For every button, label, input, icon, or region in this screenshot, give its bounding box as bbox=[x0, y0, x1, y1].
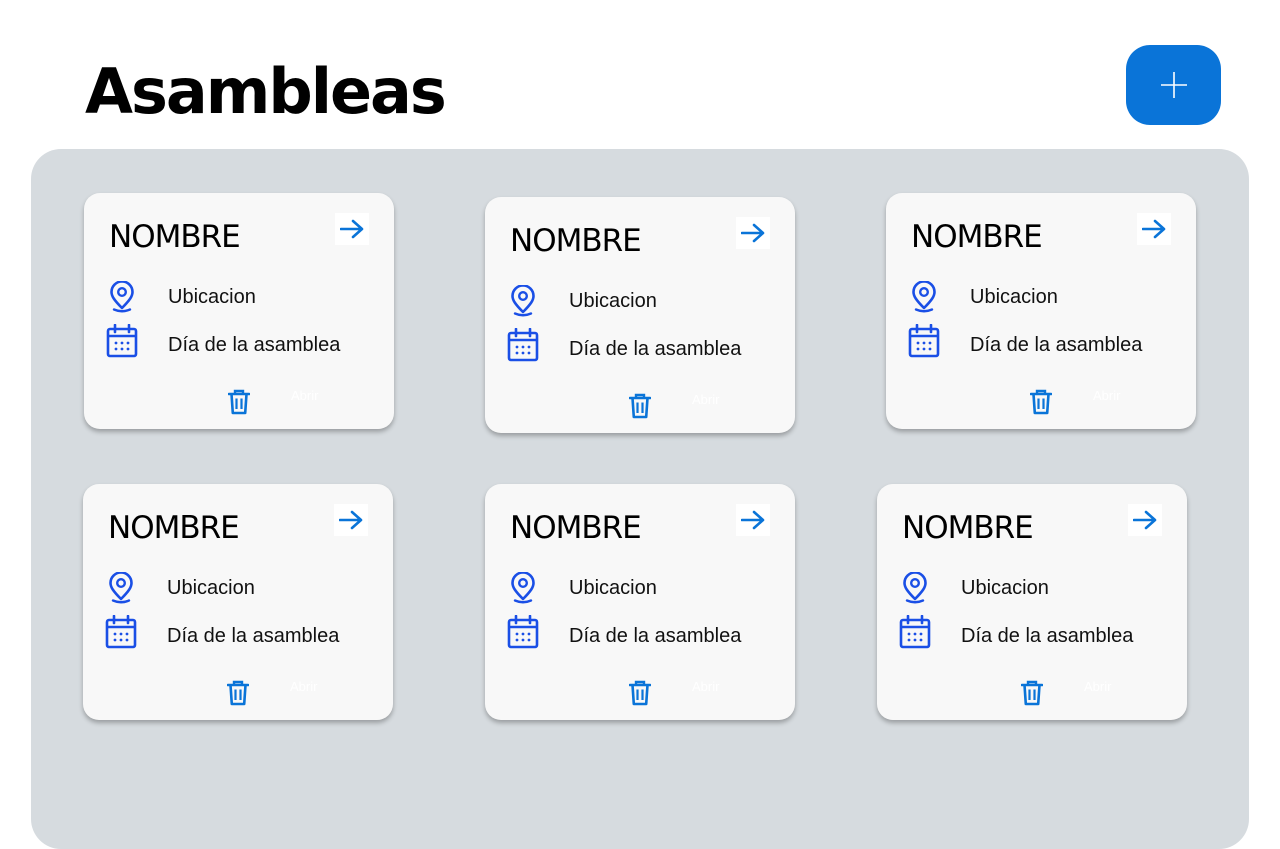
delete-button[interactable] bbox=[1018, 678, 1046, 708]
assembly-card: NOMBRE Ubicacion Día de la asamblea Abri… bbox=[886, 193, 1196, 429]
map-pin-icon bbox=[105, 571, 137, 605]
calendar-icon bbox=[507, 615, 539, 649]
open-link[interactable]: Abrir bbox=[290, 679, 317, 694]
card-location: Ubicacion bbox=[569, 290, 657, 312]
trash-icon bbox=[629, 393, 651, 419]
card-title: NOMBRE bbox=[911, 219, 1043, 255]
delete-button[interactable] bbox=[224, 678, 252, 708]
assembly-card: NOMBRE Ubicacion Día de la asamblea Abri… bbox=[83, 484, 393, 720]
calendar-icon bbox=[105, 615, 137, 649]
card-date: Día de la asamblea bbox=[961, 625, 1134, 647]
card-title: NOMBRE bbox=[109, 219, 241, 255]
card-location: Ubicacion bbox=[569, 577, 657, 599]
assembly-card: NOMBRE Ubicacion Día de la asamblea Abri… bbox=[485, 484, 795, 720]
arrow-right-icon bbox=[741, 510, 765, 530]
calendar-icon bbox=[507, 328, 539, 362]
card-location: Ubicacion bbox=[168, 286, 256, 308]
add-assembly-button[interactable] bbox=[1126, 45, 1221, 125]
arrow-right-icon bbox=[340, 219, 364, 239]
open-link[interactable]: Abrir bbox=[692, 392, 719, 407]
card-location: Ubicacion bbox=[970, 286, 1058, 308]
assembly-card: NOMBRE Ubicacion Día de la asamblea Abri… bbox=[84, 193, 394, 429]
card-date: Día de la asamblea bbox=[569, 338, 742, 360]
card-date: Día de la asamblea bbox=[168, 334, 341, 356]
card-title: NOMBRE bbox=[510, 510, 642, 546]
calendar-icon bbox=[908, 324, 940, 358]
open-card-button[interactable] bbox=[1128, 504, 1162, 536]
arrow-right-icon bbox=[1133, 510, 1157, 530]
card-date: Día de la asamblea bbox=[569, 625, 742, 647]
delete-button[interactable] bbox=[225, 387, 253, 417]
open-card-button[interactable] bbox=[335, 213, 369, 245]
map-pin-icon bbox=[507, 284, 539, 318]
map-pin-icon bbox=[899, 571, 931, 605]
card-location: Ubicacion bbox=[961, 577, 1049, 599]
delete-button[interactable] bbox=[626, 391, 654, 421]
card-location: Ubicacion bbox=[167, 577, 255, 599]
card-title: NOMBRE bbox=[108, 510, 240, 546]
open-card-button[interactable] bbox=[1137, 213, 1171, 245]
assemblies-panel: NOMBRE Ubicacion Día de la asamblea Abri… bbox=[31, 149, 1249, 849]
arrow-right-icon bbox=[1142, 219, 1166, 239]
trash-icon bbox=[629, 680, 651, 706]
trash-icon bbox=[228, 389, 250, 415]
open-card-button[interactable] bbox=[736, 217, 770, 249]
map-pin-icon bbox=[106, 280, 138, 314]
open-link[interactable]: Abrir bbox=[692, 679, 719, 694]
assembly-card: NOMBRE Ubicacion Día de la asamblea Abri… bbox=[485, 197, 795, 433]
card-title: NOMBRE bbox=[902, 510, 1034, 546]
open-link[interactable]: Abrir bbox=[1084, 679, 1111, 694]
map-pin-icon bbox=[908, 280, 940, 314]
arrow-right-icon bbox=[741, 223, 765, 243]
card-title: NOMBRE bbox=[510, 223, 642, 259]
delete-button[interactable] bbox=[626, 678, 654, 708]
assembly-card: NOMBRE Ubicacion Día de la asamblea Abri… bbox=[877, 484, 1187, 720]
calendar-icon bbox=[899, 615, 931, 649]
map-pin-icon bbox=[507, 571, 539, 605]
open-card-button[interactable] bbox=[334, 504, 368, 536]
open-link[interactable]: Abrir bbox=[1093, 388, 1120, 403]
trash-icon bbox=[1021, 680, 1043, 706]
open-link[interactable]: Abrir bbox=[291, 388, 318, 403]
plus-icon bbox=[1159, 70, 1189, 100]
trash-icon bbox=[227, 680, 249, 706]
card-date: Día de la asamblea bbox=[167, 625, 340, 647]
trash-icon bbox=[1030, 389, 1052, 415]
delete-button[interactable] bbox=[1027, 387, 1055, 417]
arrow-right-icon bbox=[339, 510, 363, 530]
calendar-icon bbox=[106, 324, 138, 358]
card-date: Día de la asamblea bbox=[970, 334, 1143, 356]
open-card-button[interactable] bbox=[736, 504, 770, 536]
page-title: Asambleas bbox=[85, 55, 447, 128]
